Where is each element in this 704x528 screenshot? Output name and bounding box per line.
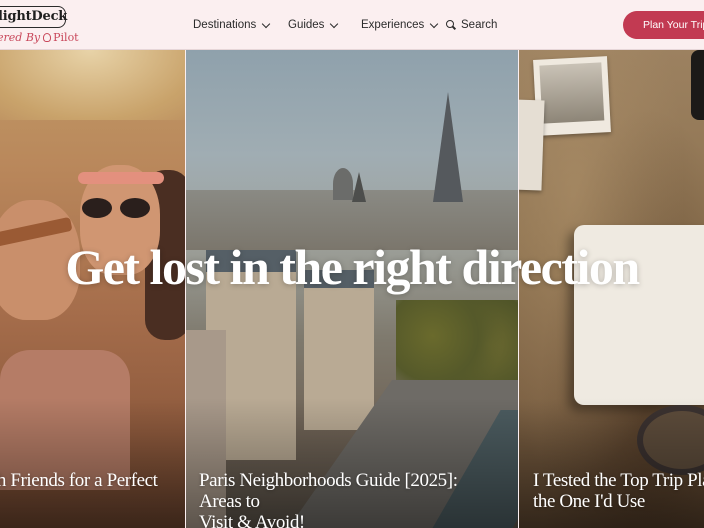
- image-shade: [0, 398, 185, 528]
- eiffel-tower-image: [433, 92, 463, 202]
- nav-experiences-label: Experiences: [361, 19, 425, 31]
- balloon-icon: [43, 33, 52, 42]
- plan-your-trip-button[interactable]: Plan Your Trip: [623, 11, 704, 39]
- image-detail: [519, 99, 545, 191]
- logo-sub-brand: Pilot: [53, 31, 79, 44]
- image-detail: [333, 168, 353, 200]
- hero-section: Get lost in the right direction th Frien…: [0, 50, 704, 528]
- hero-card-friends-title[interactable]: th Friends for a Perfect: [0, 470, 192, 491]
- hero-card-paris-title[interactable]: Paris Neighborhoods Guide [2025]: Areas …: [199, 470, 499, 528]
- nav-guides-label: Guides: [288, 19, 325, 31]
- image-detail: [396, 300, 518, 390]
- chevron-down-icon: [430, 19, 439, 28]
- nav-guides[interactable]: Guides: [288, 0, 339, 50]
- nav-destinations[interactable]: Destinations: [193, 0, 271, 50]
- image-detail: [691, 50, 704, 120]
- image-detail: [352, 172, 366, 202]
- logo-subtitle: ered By Pilot: [0, 31, 79, 44]
- image-detail: [82, 198, 154, 220]
- search-label: Search: [461, 19, 498, 31]
- card-title-line: th Friends for a Perfect: [0, 470, 158, 491]
- site-header: lightDeck ered By Pilot Destinations Guid…: [0, 0, 704, 50]
- logo-sub-prefix: ered By: [0, 31, 41, 44]
- search-button[interactable]: Search: [446, 0, 497, 50]
- search-icon: [446, 20, 456, 30]
- site-logo[interactable]: lightDeck ered By Pilot: [0, 6, 79, 46]
- image-detail: [533, 56, 611, 136]
- logo-name: lightDeck: [0, 9, 68, 24]
- nav-destinations-label: Destinations: [193, 19, 257, 31]
- card-title-line: Paris Neighborhoods Guide [2025]: Areas …: [199, 470, 458, 512]
- hero-card-friends-image: [0, 50, 185, 120]
- hero-title: Get lost in the right direction: [65, 239, 640, 295]
- chevron-down-icon: [262, 19, 271, 28]
- image-detail: [78, 172, 164, 184]
- card-title-line: Visit & Avoid!: [199, 512, 305, 528]
- hero-card-trip-planner-title[interactable]: I Tested the Top Trip Planne the One I'd…: [533, 470, 704, 512]
- chevron-down-icon: [330, 19, 339, 28]
- card-title-line: I Tested the Top Trip Planne: [533, 470, 704, 491]
- nav-experiences[interactable]: Experiences: [361, 0, 439, 50]
- card-title-line: the One I'd Use: [533, 491, 645, 512]
